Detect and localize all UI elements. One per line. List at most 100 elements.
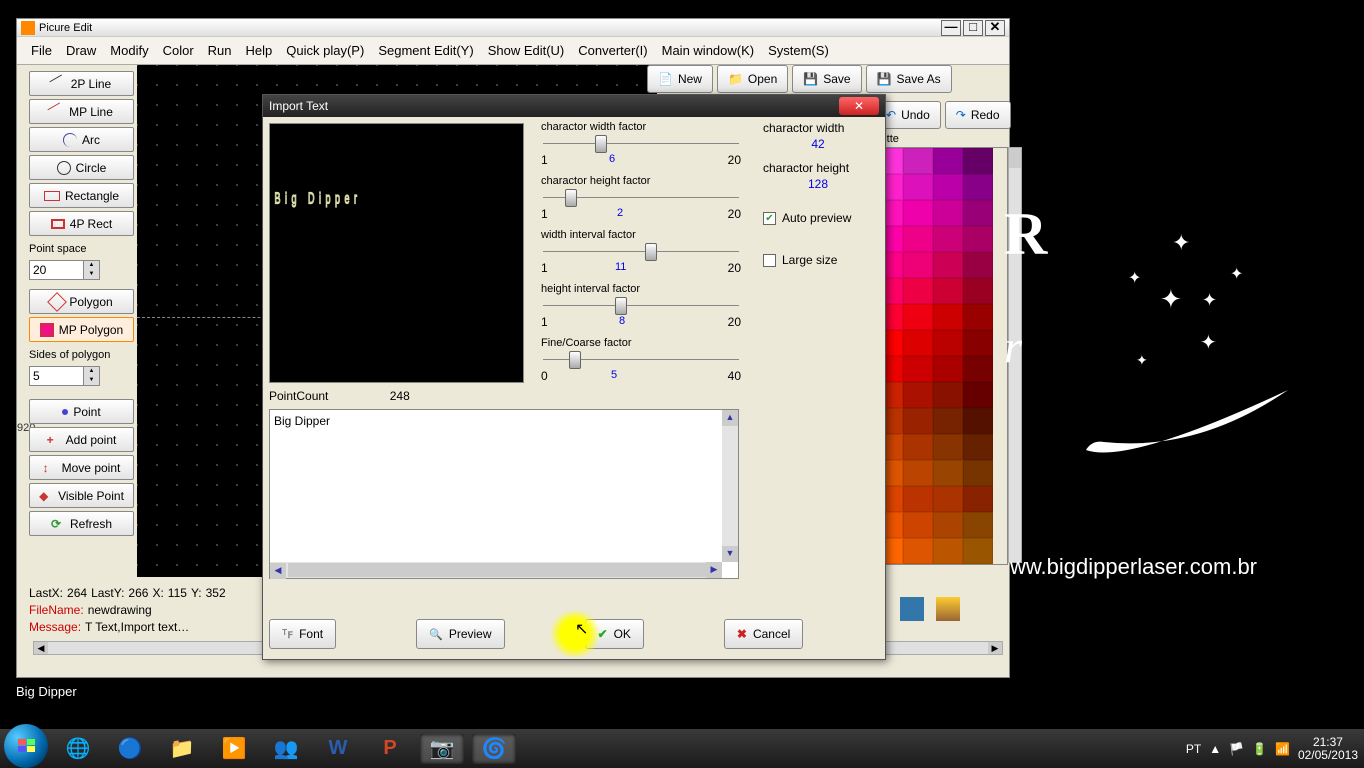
- point-space-input[interactable]: ▲▼: [29, 260, 134, 280]
- tool-move-point[interactable]: Move point: [29, 455, 134, 480]
- sides-input[interactable]: ▲▼: [29, 366, 134, 386]
- color-swatch[interactable]: [933, 330, 963, 356]
- spin-up[interactable]: ▲: [84, 261, 99, 270]
- color-swatch[interactable]: [903, 460, 933, 486]
- color-swatch[interactable]: [903, 408, 933, 434]
- color-swatch[interactable]: [933, 200, 963, 226]
- color-swatch[interactable]: [903, 148, 933, 174]
- tool-gear-icon[interactable]: [936, 597, 960, 621]
- color-swatch[interactable]: [933, 382, 963, 408]
- menu-quickplay[interactable]: Quick play(P): [280, 40, 370, 61]
- color-swatch[interactable]: [963, 226, 993, 252]
- color-swatch[interactable]: [963, 278, 993, 304]
- start-button[interactable]: [4, 724, 48, 768]
- tool-refresh[interactable]: Refresh: [29, 511, 134, 536]
- dialog-title-bar[interactable]: Import Text ✕: [263, 95, 885, 117]
- color-swatch[interactable]: [933, 460, 963, 486]
- point-space-field[interactable]: [29, 260, 84, 280]
- menu-run[interactable]: Run: [202, 40, 238, 61]
- color-swatch[interactable]: [903, 174, 933, 200]
- taskbar-powerpoint[interactable]: P: [368, 734, 412, 764]
- spin-down[interactable]: ▼: [84, 270, 99, 279]
- color-swatch[interactable]: [903, 304, 933, 330]
- menu-show[interactable]: Show Edit(U): [482, 40, 571, 61]
- taskbar-explorer[interactable]: 📁: [160, 734, 204, 764]
- menu-file[interactable]: File: [25, 40, 58, 61]
- tray-battery-icon[interactable]: 🔋: [1252, 742, 1267, 756]
- color-swatch[interactable]: [963, 460, 993, 486]
- spin-up[interactable]: ▲: [84, 367, 99, 376]
- color-swatch[interactable]: [933, 512, 963, 538]
- tray-flag-icon[interactable]: 🏳️: [1229, 742, 1244, 756]
- scroll-up[interactable]: ▲: [722, 410, 738, 426]
- tool-circle[interactable]: Circle: [29, 155, 134, 180]
- tool-w-icon[interactable]: [900, 597, 924, 621]
- hif-track[interactable]: [541, 297, 741, 315]
- color-swatch[interactable]: [963, 434, 993, 460]
- menu-system[interactable]: System(S): [762, 40, 835, 61]
- color-swatch[interactable]: [903, 486, 933, 512]
- color-swatch[interactable]: [933, 304, 963, 330]
- scroll-left[interactable]: ◀: [34, 642, 48, 654]
- color-swatch[interactable]: [963, 512, 993, 538]
- color-swatch[interactable]: [963, 174, 993, 200]
- font-button[interactable]: Font: [269, 619, 336, 649]
- dialog-close-button[interactable]: ✕: [839, 97, 879, 115]
- color-swatch[interactable]: [903, 200, 933, 226]
- tool-2p-line[interactable]: 2P Line: [29, 71, 134, 96]
- tray-network-icon[interactable]: 📶: [1275, 742, 1290, 756]
- taskbar-app[interactable]: 🌀: [472, 734, 516, 764]
- preview-button[interactable]: Preview: [416, 619, 504, 649]
- menu-color[interactable]: Color: [157, 40, 200, 61]
- color-swatch[interactable]: [963, 200, 993, 226]
- cwf-thumb[interactable]: [595, 135, 607, 153]
- tool-polygon[interactable]: Polygon: [29, 289, 134, 314]
- menu-converter[interactable]: Converter(I): [572, 40, 653, 61]
- taskbar-camera[interactable]: 📷: [420, 734, 464, 764]
- color-swatch[interactable]: [933, 174, 963, 200]
- saveas-button[interactable]: Save As: [866, 65, 952, 93]
- wif-track[interactable]: [541, 243, 741, 261]
- language-indicator[interactable]: PT: [1186, 742, 1201, 756]
- taskbar-ie[interactable]: 🌐: [56, 734, 100, 764]
- color-swatch[interactable]: [963, 408, 993, 434]
- sides-field[interactable]: [29, 366, 84, 386]
- open-button[interactable]: Open: [717, 65, 788, 93]
- menu-modify[interactable]: Modify: [104, 40, 154, 61]
- fcf-thumb[interactable]: [569, 351, 581, 369]
- large-size-checkbox[interactable]: [763, 254, 776, 267]
- color-swatch[interactable]: [903, 382, 933, 408]
- color-swatch[interactable]: [963, 148, 993, 174]
- menu-segment[interactable]: Segment Edit(Y): [372, 40, 479, 61]
- color-swatch[interactable]: [963, 486, 993, 512]
- scroll-left[interactable]: ◀: [270, 563, 286, 579]
- chf-track[interactable]: [541, 189, 741, 207]
- tool-arc[interactable]: Arc: [29, 127, 134, 152]
- color-swatch[interactable]: [963, 304, 993, 330]
- clock[interactable]: 21:37 02/05/2013: [1298, 736, 1358, 762]
- color-swatch[interactable]: [963, 252, 993, 278]
- spin-down[interactable]: ▼: [84, 376, 99, 385]
- color-swatch[interactable]: [933, 538, 963, 564]
- taskbar-chrome[interactable]: 🔵: [108, 734, 152, 764]
- menu-draw[interactable]: Draw: [60, 40, 102, 61]
- color-swatch[interactable]: [963, 382, 993, 408]
- fcf-track[interactable]: [541, 351, 741, 369]
- color-swatch[interactable]: [903, 356, 933, 382]
- color-palette[interactable]: [872, 147, 1008, 565]
- color-swatch[interactable]: [903, 252, 933, 278]
- cwf-track[interactable]: [541, 135, 741, 153]
- color-swatch[interactable]: [903, 330, 933, 356]
- textarea-v-scroll[interactable]: ▲▼: [722, 410, 738, 562]
- color-swatch[interactable]: [963, 538, 993, 564]
- scroll-right[interactable]: ▶: [706, 562, 722, 578]
- color-swatch[interactable]: [933, 434, 963, 460]
- textarea-h-scroll[interactable]: ◀▶: [270, 562, 722, 578]
- taskbar-messenger[interactable]: 👥: [264, 734, 308, 764]
- new-button[interactable]: New: [647, 65, 713, 93]
- taskbar-media[interactable]: ▶️: [212, 734, 256, 764]
- color-swatch[interactable]: [933, 148, 963, 174]
- tool-rectangle[interactable]: Rectangle: [29, 183, 134, 208]
- tool-point[interactable]: Point: [29, 399, 134, 424]
- maximize-button[interactable]: □: [963, 20, 983, 36]
